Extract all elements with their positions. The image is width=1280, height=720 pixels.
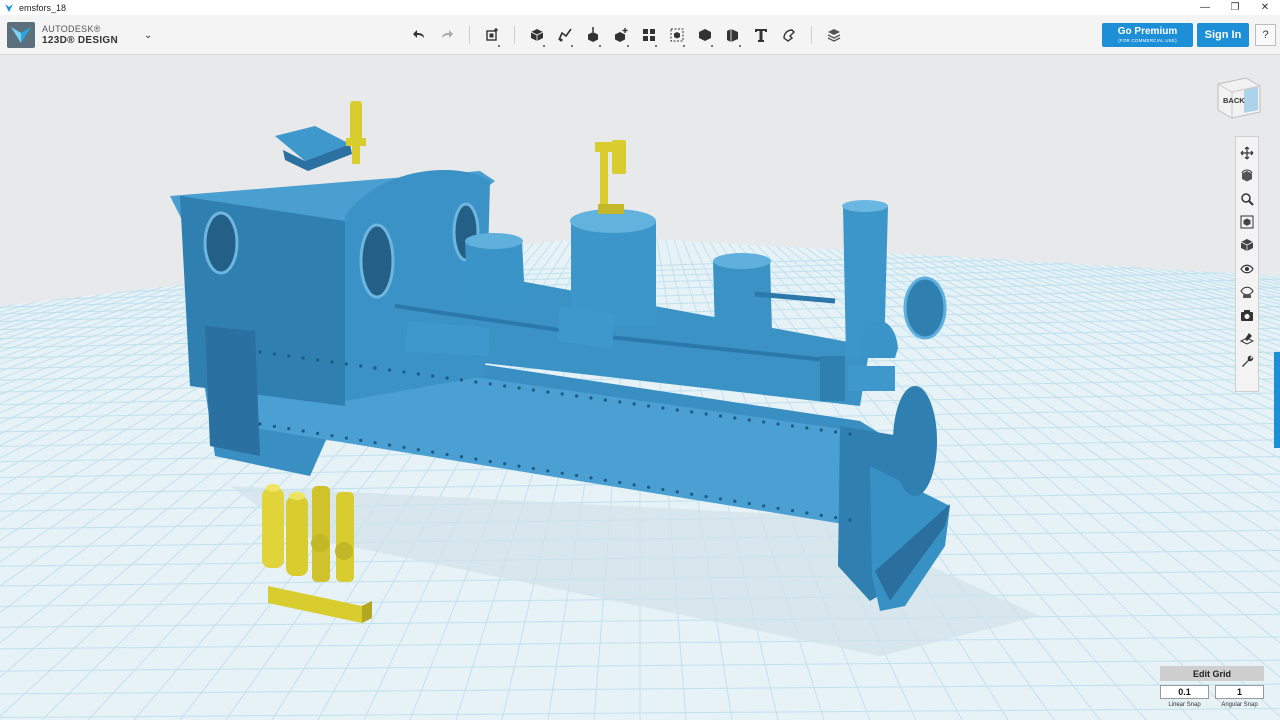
combine-icon[interactable]: [691, 23, 719, 47]
fit-icon[interactable]: [1237, 211, 1257, 234]
grid-icon[interactable]: [1237, 327, 1257, 350]
angular-snap-label: Angular Snap: [1221, 702, 1258, 708]
text-icon[interactable]: [747, 23, 775, 47]
logo-product: 123D® DESIGN: [42, 35, 118, 46]
main-toolbar: [405, 23, 848, 47]
linear-snap-label: Linear Snap: [1168, 702, 1201, 708]
maximize-button[interactable]: ❐: [1220, 0, 1250, 15]
angular-snap-input[interactable]: 1: [1215, 685, 1264, 699]
toolbar-divider: [469, 26, 470, 44]
minimize-button[interactable]: —: [1190, 0, 1220, 15]
logo-mark-icon: [7, 22, 35, 48]
app-icon: [3, 2, 15, 14]
wrench-icon[interactable]: [1237, 350, 1257, 373]
go-premium-label: Go Premium: [1117, 26, 1178, 37]
navigation-bar: [1235, 136, 1259, 392]
measure-icon[interactable]: [719, 23, 747, 47]
app-header: AUTODESK® 123D® DESIGN ⌄ Go Premium (FOR…: [0, 15, 1280, 55]
close-button[interactable]: ✕: [1250, 0, 1280, 15]
material-visibility-icon[interactable]: [1237, 280, 1257, 303]
go-premium-button[interactable]: Go Premium (FOR COMMERCIAL USE): [1102, 23, 1193, 47]
sign-in-button[interactable]: Sign In: [1197, 23, 1249, 47]
snap-icon[interactable]: [775, 23, 803, 47]
go-premium-sublabel: (FOR COMMERCIAL USE): [1118, 38, 1177, 43]
pattern-icon[interactable]: [635, 23, 663, 47]
construct-icon[interactable]: [579, 23, 607, 47]
app-menu-chevron-down-icon[interactable]: ⌄: [144, 30, 152, 41]
view-mode-icon[interactable]: [1237, 234, 1257, 257]
modify-icon[interactable]: [607, 23, 635, 47]
pan-icon[interactable]: [1237, 141, 1257, 164]
window-title: emsfors_18: [19, 2, 67, 13]
help-button[interactable]: ?: [1255, 24, 1276, 46]
material-icon[interactable]: [820, 23, 848, 47]
visibility-icon[interactable]: [1237, 257, 1257, 280]
snapshot-icon[interactable]: [1237, 303, 1257, 326]
sketch-icon[interactable]: [551, 23, 579, 47]
scene-canvas[interactable]: [0, 56, 1280, 720]
orbit-icon[interactable]: [1237, 164, 1257, 187]
toolbar-divider: [514, 26, 515, 44]
3d-viewport[interactable]: BACK Edit Grid 0.1 Linear Snap 1 Angular…: [0, 56, 1280, 720]
toolbar-divider: [811, 26, 812, 44]
view-cube[interactable]: BACK: [1214, 72, 1262, 122]
transform-icon[interactable]: [478, 23, 506, 47]
linear-snap-input[interactable]: 0.1: [1160, 685, 1209, 699]
primitives-icon[interactable]: [523, 23, 551, 47]
title-bar: emsfors_18 — ❐ ✕: [0, 0, 1280, 15]
zoom-icon[interactable]: [1237, 187, 1257, 210]
side-panel-tab[interactable]: [1274, 352, 1280, 448]
undo-icon[interactable]: [405, 23, 433, 47]
grouping-icon[interactable]: [663, 23, 691, 47]
redo-icon[interactable]: [433, 23, 461, 47]
app-logo[interactable]: AUTODESK® 123D® DESIGN ⌄: [6, 21, 152, 49]
view-cube-face-label: BACK: [1223, 96, 1245, 105]
edit-grid-panel: Edit Grid 0.1 Linear Snap 1 Angular Snap: [1160, 666, 1264, 718]
logo-brand: AUTODESK®: [42, 24, 101, 34]
edit-grid-button[interactable]: Edit Grid: [1160, 666, 1264, 681]
